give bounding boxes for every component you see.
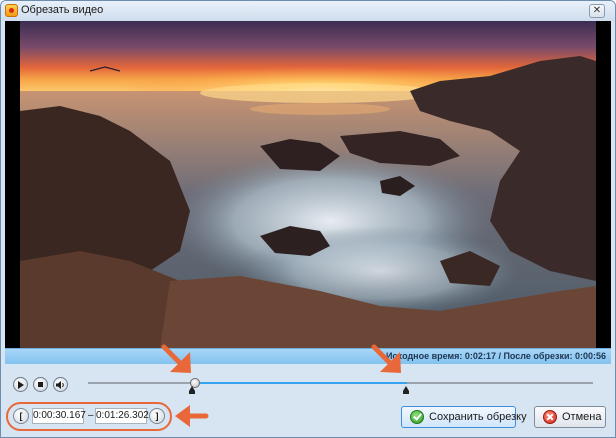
check-icon (410, 410, 424, 424)
stop-button[interactable] (33, 377, 48, 392)
start-time-field[interactable]: 0:00:30.167 (32, 408, 86, 424)
start-arrow-icon (161, 344, 191, 373)
save-trim-button[interactable]: Сохранить обрезку (401, 406, 527, 428)
cancel-label: Отмена (562, 411, 602, 423)
duration-info-text: Исходное время: 0:02:17 / После обрезки:… (385, 351, 606, 361)
trim-video-window: Обрезать видео ✕ Исходное время: 0:02:17… (0, 0, 616, 438)
set-start-bracket-icon: [ (19, 411, 23, 421)
title-bar: Обрезать видео ✕ (1, 1, 615, 21)
duration-info-bar: Исходное время: 0:02:17 / После обрезки:… (5, 348, 611, 364)
start-marker-base (189, 391, 195, 394)
cancel-button[interactable]: Отмена (534, 406, 606, 428)
stop-icon (38, 382, 43, 387)
end-time-field[interactable]: 0:01:26.302 (95, 408, 149, 424)
play-button[interactable] (13, 377, 28, 392)
video-preview (5, 21, 611, 348)
app-icon (5, 4, 18, 17)
end-marker-base (403, 391, 409, 394)
volume-button[interactable] (53, 377, 68, 392)
timeline-selection (195, 382, 407, 384)
end-arrow-icon (371, 344, 401, 373)
cancel-icon (543, 410, 557, 424)
set-end-bracket-icon: ] (155, 411, 159, 421)
video-frame-image (20, 21, 596, 348)
close-button[interactable]: ✕ (589, 4, 605, 18)
time-fields-arrow-icon (175, 405, 209, 427)
volume-icon (56, 381, 64, 389)
window-title: Обрезать видео (21, 4, 104, 16)
time-separator: – (88, 410, 94, 421)
set-start-button[interactable]: [ (13, 408, 29, 424)
save-trim-label: Сохранить обрезку (429, 411, 527, 423)
set-end-button[interactable]: ] (149, 408, 165, 424)
close-icon: ✕ (592, 5, 602, 16)
play-icon (18, 381, 24, 389)
